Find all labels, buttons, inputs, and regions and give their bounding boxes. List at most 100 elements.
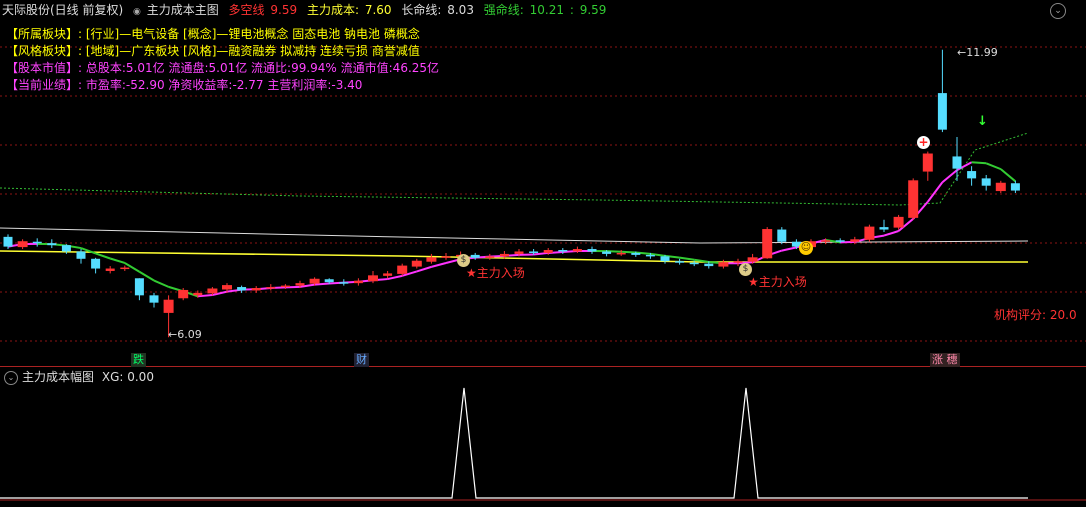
bottom-marker-wealth: 财 [354,353,369,367]
bottom-marker-fall: 跌 [131,353,146,367]
candle-body [163,299,174,313]
candle-body [3,236,13,247]
candle-body [61,245,71,252]
candle-body [922,153,933,172]
cost-value: 7.60 [364,3,392,17]
candle-body [397,265,408,274]
life-value: 8.03 [447,3,474,17]
ma-segment [621,250,636,254]
low-value: 6.09 [177,328,202,341]
ma-segment [533,251,549,256]
candle-body [237,287,247,291]
candle-body [602,251,612,254]
candle-body [309,278,320,284]
candle-body [499,253,509,257]
candle-body [193,292,203,296]
smiley-icon: ☺ [799,241,813,255]
candle-body [441,256,451,258]
xg-signal-line [0,387,1028,499]
candle-body [893,216,904,228]
candle-body [850,239,860,242]
info-label: 【风格板块】: [6,44,83,58]
candle-body [616,252,626,255]
candle-body [864,226,875,240]
ma-segment [985,162,1002,171]
ma-segment [416,265,432,273]
candle-body [339,282,349,284]
candle-body [529,251,539,253]
candle-body [733,261,743,263]
candle-body [558,250,568,252]
candle-body [76,251,86,259]
candle-body [937,93,947,130]
info-text: 总股本:5.01亿 流通盘:5.01亿 流通比:99.94% 流通市值:46.2… [85,61,440,75]
entry-marker-1: ★主力入场 [466,264,525,281]
candle-body [222,285,232,290]
candle-body [105,268,115,271]
high-price-label: ←11.99 [957,46,998,59]
down-arrow-icon: ↓ [977,114,988,129]
arrow-left-icon: ← [168,328,178,341]
plus-circle-icon: + [917,135,930,149]
candle-body [981,178,991,186]
life-label: 长命线: [401,3,442,17]
candle-body [835,240,845,242]
sub-menu-icon[interactable]: ⌄ [4,370,18,385]
candle-body [280,285,290,288]
candle-body [32,241,42,244]
candle-body [149,295,159,303]
ma-segment [431,262,447,268]
info-line-capital: 【股本市值】: 总股本:5.01亿 流通盘:5.01亿 流通比:99.94% 流… [6,60,439,77]
strong-value: 10.21 [529,3,565,17]
grid-lines [0,46,1086,501]
entry-marker-2: ★主力入场 [748,273,807,290]
candle-body [967,171,977,179]
stock-title[interactable]: 天际股份(日线 前复权) [2,3,123,17]
ma-segment [781,246,797,252]
candle-body [1010,183,1020,191]
ma-segment [124,262,140,273]
multi-label: 多空线 [228,3,265,17]
strong-sep: : [569,3,574,17]
candle-body [134,278,144,296]
ma-segment [109,257,126,264]
sub-chart-title[interactable]: 主力成本幅图 [22,370,94,384]
entry-text: 主力入场 [476,266,525,280]
candle-body [747,257,758,262]
candle-body [572,249,582,252]
money-bag-icon: $ [739,263,752,276]
bottom-marker-rise: 涨 穗 [930,353,960,367]
star-icon: ★ [748,275,759,289]
candle-body [952,156,962,169]
candle-body [266,287,276,289]
ma-segment [95,252,111,260]
institution-score: 机构评分: 20.0 [994,308,1077,322]
low-price-label: ←6.09 [168,328,202,341]
candle-body [295,283,305,286]
ma-segment [883,230,899,237]
candle-body [368,275,378,282]
candle-body [631,252,641,255]
entry-text: 主力入场 [758,275,807,289]
candle-body [689,262,699,265]
high-value: 11.99 [966,46,998,59]
xg-value: 0.00 [127,370,154,384]
arrow-left-icon: ← [957,46,967,59]
candle-body [514,251,524,254]
candle-body [91,258,101,269]
info-line-style: 【风格板块】: [地域]—广东板块 [风格]—融资融券 拟减持 连续亏损 商誉减… [6,43,420,60]
collapse-icon[interactable]: ⌄ [1050,3,1066,19]
candle-body [704,263,714,267]
info-line-performance: 【当前业绩】: 市盈率:-52.90 净资收益率:-2.77 主营利润率:-3.… [6,77,362,94]
indicator-menu-icon[interactable]: ◉ [133,7,141,17]
strong-dotted-line [0,132,1029,206]
candle-body [821,240,831,242]
indicator-name[interactable]: 主力成本主图 [147,3,219,17]
candle-body [426,257,437,262]
info-label: 【所属板块】: [6,27,83,41]
candle-body [470,254,480,258]
ma-segment [153,279,169,288]
info-label: 【股本市值】: [6,61,83,75]
candle-body [324,279,334,283]
candle-body [353,280,363,284]
